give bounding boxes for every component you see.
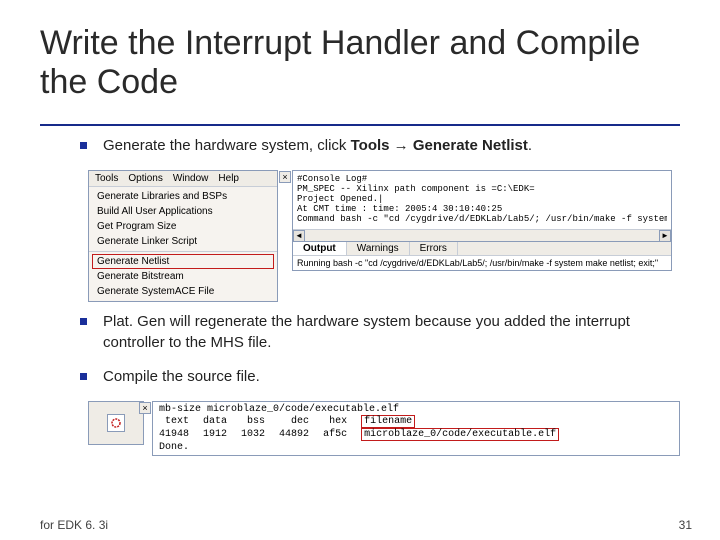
bullet-1-generate: Generate Netlist <box>413 137 528 154</box>
menu-item[interactable]: Generate Netlist <box>92 254 274 269</box>
compile-toolbar <box>88 401 144 445</box>
tab-warnings[interactable]: Warnings <box>347 242 410 255</box>
bullet-2: Plat. Gen will regenerate the hardware s… <box>80 312 680 353</box>
slide-title: Write the Interrupt Handler and Compile … <box>40 24 680 102</box>
col-dec: dec <box>279 415 323 428</box>
footer-left: for EDK 6. 3i <box>40 518 108 532</box>
menu-item[interactable]: Generate Bitstream <box>89 269 277 284</box>
col-bss: bss <box>241 415 279 428</box>
arrow-icon: → <box>390 137 413 154</box>
bullet-1-pre: Generate the hardware system, click <box>103 137 351 154</box>
console-panel: × #Console Log#PM_SPEC -- Xilinx path co… <box>292 170 672 271</box>
console-line: PM_SPEC -- Xilinx path component is =C:\… <box>297 184 667 194</box>
console-line: Command bash -c "cd /cygdrive/d/EDKLab/L… <box>297 214 667 224</box>
menu-item[interactable]: Generate Linker Script <box>89 234 277 249</box>
bullet-square-icon <box>80 373 87 380</box>
bullet-1-post: . <box>528 137 532 154</box>
menu-item[interactable]: Generate SystemACE File <box>89 284 277 299</box>
menu-item[interactable]: Generate Libraries and BSPs <box>89 189 277 204</box>
bullet-3-text: Compile the source file. <box>103 367 680 387</box>
menubar-tools[interactable]: Tools <box>95 173 118 184</box>
screenshot-compile-output: × mb-size microblaze_0/code/executable.e… <box>88 401 680 456</box>
val-dec: 44892 <box>279 428 323 441</box>
output-close-icon[interactable]: × <box>139 402 151 414</box>
screenshot-menu-console: Tools Options Window Help Generate Libra… <box>88 170 680 302</box>
console-footer: Running bash -c "cd /cygdrive/d/EDKLab/L… <box>293 255 671 270</box>
val-data: 1912 <box>203 428 241 441</box>
menu-separator <box>89 251 277 252</box>
val-filename: microblaze_0/code/executable.elf <box>361 428 573 441</box>
bullet-3: Compile the source file. <box>80 367 680 387</box>
menu-item[interactable]: Build All User Applications <box>89 204 277 219</box>
menubar-options[interactable]: Options <box>128 173 162 184</box>
console-line: Project Opened.| <box>297 194 667 204</box>
console-body: #Console Log#PM_SPEC -- Xilinx path comp… <box>293 171 671 229</box>
tab-errors[interactable]: Errors <box>410 242 458 255</box>
bullet-1: Generate the hardware system, click Tool… <box>80 136 680 156</box>
console-tabs: Output Warnings Errors <box>293 241 671 255</box>
val-bss: 1032 <box>241 428 279 441</box>
val-text: 41948 <box>159 428 203 441</box>
col-data: data <box>203 415 241 428</box>
scroll-track[interactable] <box>305 230 659 242</box>
bullet-square-icon <box>80 142 87 149</box>
console-line: #Console Log# <box>297 174 667 184</box>
tools-menu-panel: Tools Options Window Help Generate Libra… <box>88 170 278 302</box>
menu-items: Generate Libraries and BSPsBuild All Use… <box>89 187 277 301</box>
size-table: text data bss dec hex filename 41948 191… <box>159 415 573 441</box>
menubar-help[interactable]: Help <box>218 173 239 184</box>
menubar: Tools Options Window Help <box>89 171 277 187</box>
console-close-icon[interactable]: × <box>279 171 291 183</box>
menubar-window[interactable]: Window <box>173 173 209 184</box>
val-hex: af5c <box>323 428 361 441</box>
col-hex: hex <box>323 415 361 428</box>
build-icon[interactable] <box>107 414 125 432</box>
tab-output[interactable]: Output <box>293 242 347 255</box>
bullet-1-tools: Tools <box>351 137 390 154</box>
compile-output-panel: × mb-size microblaze_0/code/executable.e… <box>152 401 680 456</box>
title-underline <box>40 124 680 126</box>
console-line: At CMT time : time: 2005:4 30:10:40:25 <box>297 204 667 214</box>
scroll-left-icon[interactable]: ◄ <box>293 230 305 242</box>
menu-item[interactable]: Get Program Size <box>89 219 277 234</box>
col-text: text <box>159 415 203 428</box>
slide-footer: for EDK 6. 3i 31 <box>40 518 692 532</box>
console-scrollbar[interactable]: ◄ ► <box>293 229 671 241</box>
bullet-square-icon <box>80 318 87 325</box>
compile-header-line: mb-size microblaze_0/code/executable.elf <box>159 404 673 415</box>
scroll-right-icon[interactable]: ► <box>659 230 671 242</box>
col-filename: filename <box>361 415 573 428</box>
footer-page-number: 31 <box>679 518 692 532</box>
bullet-2-text: Plat. Gen will regenerate the hardware s… <box>103 312 680 353</box>
compile-done: Done. <box>159 442 673 453</box>
